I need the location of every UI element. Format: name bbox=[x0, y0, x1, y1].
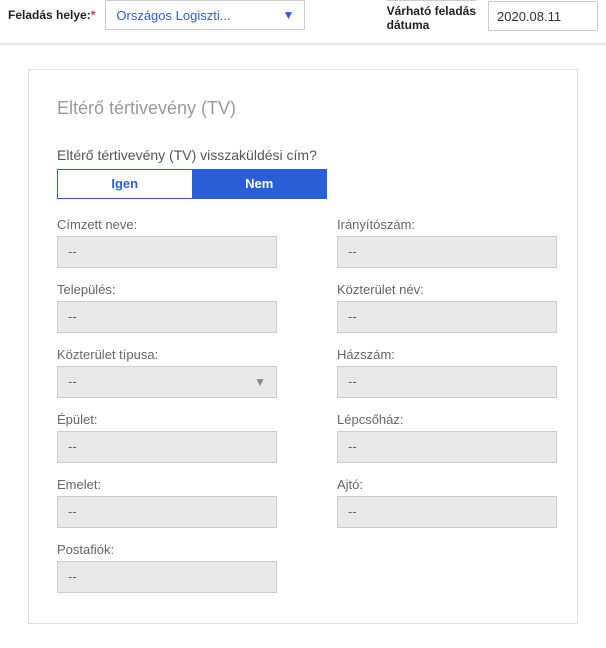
field-house-number: Házszám: -- bbox=[337, 347, 557, 398]
return-receipt-card: Eltérő tértivevény (TV) Eltérő tértivevé… bbox=[28, 69, 578, 624]
topbar: Feladás helye:* Országos Logiszti... ▼ V… bbox=[0, 0, 606, 45]
card-wrapper: Eltérő tértivevény (TV) Eltérő tértivevé… bbox=[0, 45, 606, 648]
posting-place-group: Feladás helye:* Országos Logiszti... ▼ bbox=[8, 0, 305, 30]
label-door: Ajtó: bbox=[337, 477, 557, 492]
field-street-name: Közterület név: -- bbox=[337, 282, 557, 333]
label-building: Épület: bbox=[57, 412, 277, 427]
yes-button[interactable]: Igen bbox=[57, 169, 192, 199]
input-street-name[interactable]: -- bbox=[337, 301, 557, 333]
label-city: Település: bbox=[57, 282, 277, 297]
field-staircase: Lépcsőház: -- bbox=[337, 412, 557, 463]
label-staircase: Lépcsőház: bbox=[337, 412, 557, 427]
no-button[interactable]: Nem bbox=[192, 169, 328, 199]
label-street-name: Közterület név: bbox=[337, 282, 557, 297]
label-recipient-name: Címzett neve: bbox=[57, 217, 277, 232]
expected-date-group: Várható feladás dátuma bbox=[387, 0, 598, 33]
yes-no-segmented: Igen Nem bbox=[57, 169, 327, 199]
input-postal-code[interactable]: -- bbox=[337, 236, 557, 268]
posting-place-dropdown[interactable]: Országos Logiszti... ▼ bbox=[105, 0, 305, 30]
empty-cell bbox=[337, 542, 557, 593]
label-house-number: Házszám: bbox=[337, 347, 557, 362]
field-building: Épület: -- bbox=[57, 412, 277, 463]
posting-place-label: Feladás helye:* bbox=[8, 8, 95, 22]
field-city: Település: -- bbox=[57, 282, 277, 333]
return-address-question: Eltérő tértivevény (TV) visszaküldési cí… bbox=[57, 147, 549, 163]
label-po-box: Postafiók: bbox=[57, 542, 277, 557]
card-title: Eltérő tértivevény (TV) bbox=[57, 98, 549, 119]
field-recipient-name: Címzett neve: -- bbox=[57, 217, 277, 268]
address-form: Címzett neve: -- Irányítószám: -- Telepü… bbox=[57, 217, 549, 593]
input-city[interactable]: -- bbox=[57, 301, 277, 333]
input-floor[interactable]: -- bbox=[57, 496, 277, 528]
field-floor: Emelet: -- bbox=[57, 477, 277, 528]
posting-place-value: Országos Logiszti... bbox=[116, 8, 230, 23]
input-staircase[interactable]: -- bbox=[337, 431, 557, 463]
chevron-down-icon: ▼ bbox=[283, 8, 295, 22]
field-postal-code: Irányítószám: -- bbox=[337, 217, 557, 268]
expected-date-input[interactable] bbox=[488, 1, 598, 31]
field-door: Ajtó: -- bbox=[337, 477, 557, 528]
label-floor: Emelet: bbox=[57, 477, 277, 492]
input-po-box[interactable]: -- bbox=[57, 561, 277, 593]
input-building[interactable]: -- bbox=[57, 431, 277, 463]
input-recipient-name[interactable]: -- bbox=[57, 236, 277, 268]
expected-date-label: Várható feladás dátuma bbox=[387, 0, 476, 33]
label-street-type: Közterület típusa: bbox=[57, 347, 277, 362]
input-door[interactable]: -- bbox=[337, 496, 557, 528]
chevron-down-icon: ▼ bbox=[254, 375, 266, 389]
input-house-number[interactable]: -- bbox=[337, 366, 557, 398]
select-street-type[interactable]: -- ▼ bbox=[57, 366, 277, 398]
field-po-box: Postafiók: -- bbox=[57, 542, 277, 593]
label-postal-code: Irányítószám: bbox=[337, 217, 557, 232]
required-asterisk: * bbox=[91, 8, 96, 22]
field-street-type: Közterület típusa: -- ▼ bbox=[57, 347, 277, 398]
